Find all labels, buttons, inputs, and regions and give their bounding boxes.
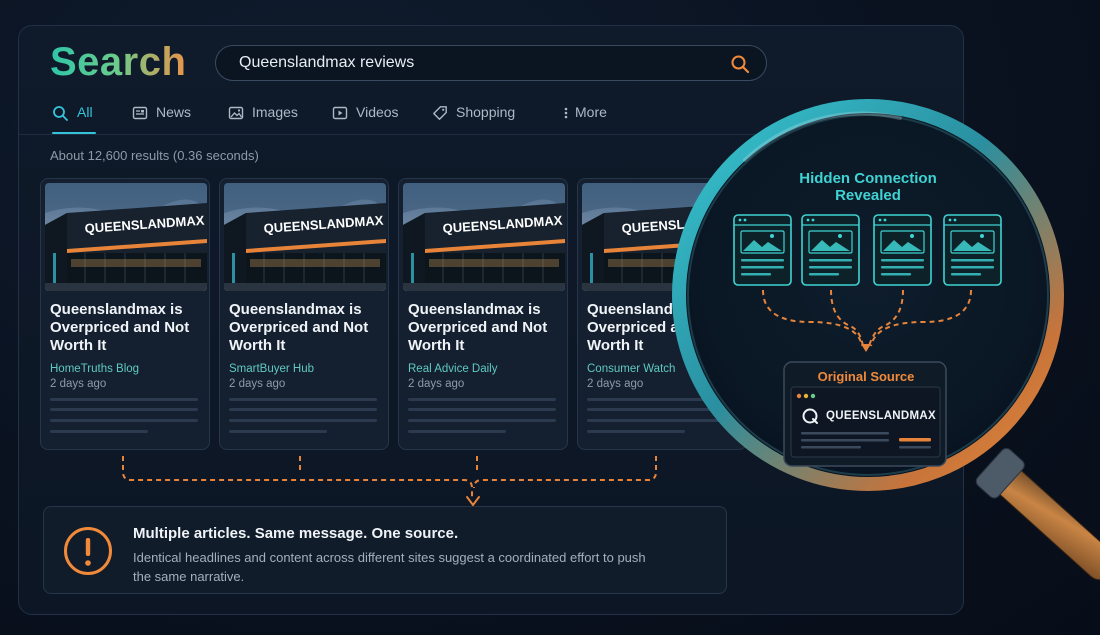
connection-diagram [733, 214, 1002, 467]
web-page-icon [943, 214, 1002, 286]
original-source-label: Original Source [817, 369, 915, 384]
original-source-brand: QUEENSLANDMAX [826, 410, 936, 422]
web-page-icon [873, 214, 932, 286]
web-page-icon [733, 214, 792, 286]
web-page-icon [801, 214, 860, 286]
